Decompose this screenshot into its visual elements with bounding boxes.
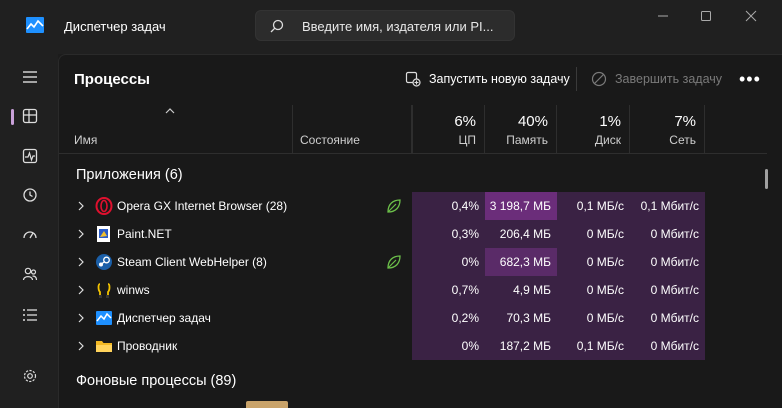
disk-value: 0,1 МБ/с [557,192,630,220]
chevron-right-icon[interactable] [77,285,85,295]
cpu-label: ЦП [458,133,476,147]
process-name: winws [117,283,150,297]
memory-value: 206,4 МБ [485,220,557,248]
process-name: Opera GX Internet Browser (28) [117,199,288,213]
cpu-total: 6% [454,113,476,130]
column-header-disk[interactable]: 1% Диск [557,105,630,153]
memory-label: Память [506,133,548,147]
disk-label: Диск [594,133,621,147]
disk-value: 0 МБ/с [557,220,630,248]
network-value: 0 Мбит/с [630,248,705,276]
file-explorer-icon [96,341,112,352]
memory-value: 3 198,7 МБ [485,192,557,220]
network-total: 7% [674,113,696,130]
process-name: Диспетчер задач [117,311,211,325]
process-row[interactable]: Проводник 0% 187,2 МБ 0,1 МБ/с 0 Мбит/с [59,332,709,360]
steam-icon [96,254,112,270]
search-icon [270,19,284,33]
cpu-value: 0,4% [412,192,485,220]
run-new-task-button[interactable]: Запустить новую задачу [405,67,570,91]
chevron-right-icon[interactable] [77,257,85,267]
memory-value: 70,3 МБ [485,304,557,332]
more-options-button[interactable]: ••• [739,69,761,90]
cpu-value: 0,2% [412,304,485,332]
hamburger-menu-icon[interactable] [17,64,43,90]
winws-icon [97,283,111,298]
column-header-cpu[interactable]: 6% ЦП [412,105,485,153]
users-icon[interactable] [17,261,43,287]
processes-icon[interactable] [11,103,43,129]
network-value: 0 Мбит/с [630,220,705,248]
details-icon[interactable] [17,302,43,328]
network-value: 0 Мбит/с [630,332,705,360]
toolbar-divider [576,67,577,91]
scrollbar-thumb[interactable] [765,169,768,189]
title-bar: Диспетчер задач Введите имя, издателя ил… [0,0,782,54]
column-header-network[interactable]: 7% Сеть [630,105,705,153]
memory-value: 4,9 МБ [485,276,557,304]
run-new-task-label: Запустить новую задачу [429,72,570,86]
close-button[interactable] [743,8,759,24]
paint-net-icon [97,226,110,242]
disk-value: 0 МБ/с [557,276,630,304]
memory-total: 40% [517,113,548,130]
opera-gx-icon [95,197,113,215]
network-label: Сеть [669,133,696,147]
search-input[interactable]: Введите имя, издателя или PI... [302,19,493,34]
minimize-button[interactable] [655,8,671,24]
process-row[interactable]: Steam Client WebHelper (8) 0% 682,3 МБ 0… [59,248,709,276]
left-navigation [0,54,58,408]
task-manager-icon [96,311,112,325]
maximize-button[interactable] [698,8,714,24]
end-task-label: Завершить задачу [615,72,723,86]
disk-total: 1% [599,113,621,130]
cpu-value: 0,3% [412,220,485,248]
column-header-status[interactable]: Состояние [292,105,412,153]
end-task-icon [591,71,607,87]
process-row[interactable]: winws 0,7% 4,9 МБ 0 МБ/с 0 Мбит/с [59,276,709,304]
memory-value: 187,2 МБ [485,332,557,360]
cpu-value: 0% [412,332,485,360]
process-row[interactable]: Диспетчер задач 0,2% 70,3 МБ 0 МБ/с 0 Мб… [59,304,709,332]
header-divider [59,153,767,154]
chevron-right-icon[interactable] [77,201,85,211]
disk-value: 0 МБ/с [557,248,630,276]
new-task-icon [405,71,421,87]
network-value: 0 Мбит/с [630,304,705,332]
efficiency-mode-leaf-icon [387,199,401,213]
startup-apps-icon[interactable] [17,222,43,248]
task-manager-app-icon [26,17,44,33]
page-title: Процессы [74,71,150,88]
chevron-right-icon[interactable] [77,229,85,239]
disk-value: 0,1 МБ/с [557,332,630,360]
group-title-apps: Приложения (6) [76,167,183,183]
process-row[interactable]: Opera GX Internet Browser (28) 0,4% 3 19… [59,192,709,220]
process-name: Проводник [117,339,178,353]
taskbar-fragment [246,401,288,408]
memory-value: 682,3 МБ [485,248,557,276]
app-history-icon[interactable] [17,182,43,208]
chevron-right-icon[interactable] [77,313,85,323]
search-box[interactable]: Введите имя, издателя или PI... [255,10,515,41]
performance-icon[interactable] [17,143,43,169]
column-header-memory[interactable]: 40% Память [485,105,557,153]
cpu-value: 0,7% [412,276,485,304]
process-name: Steam Client WebHelper (8) [117,255,267,269]
window-title: Диспетчер задач [64,19,166,34]
process-name: Paint.NET [117,227,172,241]
cpu-value: 0% [412,248,485,276]
disk-value: 0 МБ/с [557,304,630,332]
efficiency-mode-leaf-icon [387,255,401,269]
group-title-background: Фоновые процессы (89) [76,373,237,389]
network-value: 0,1 Мбит/с [630,192,705,220]
network-value: 0 Мбит/с [630,276,705,304]
end-task-button[interactable]: Завершить задачу [591,67,722,91]
chevron-right-icon[interactable] [77,341,85,351]
settings-icon[interactable] [17,363,43,389]
process-row[interactable]: Paint.NET 0,3% 206,4 МБ 0 МБ/с 0 Мбит/с [59,220,709,248]
processes-panel: Процессы Запустить новую задачу Завершит… [58,54,782,408]
column-header-name[interactable]: Имя [74,105,294,153]
